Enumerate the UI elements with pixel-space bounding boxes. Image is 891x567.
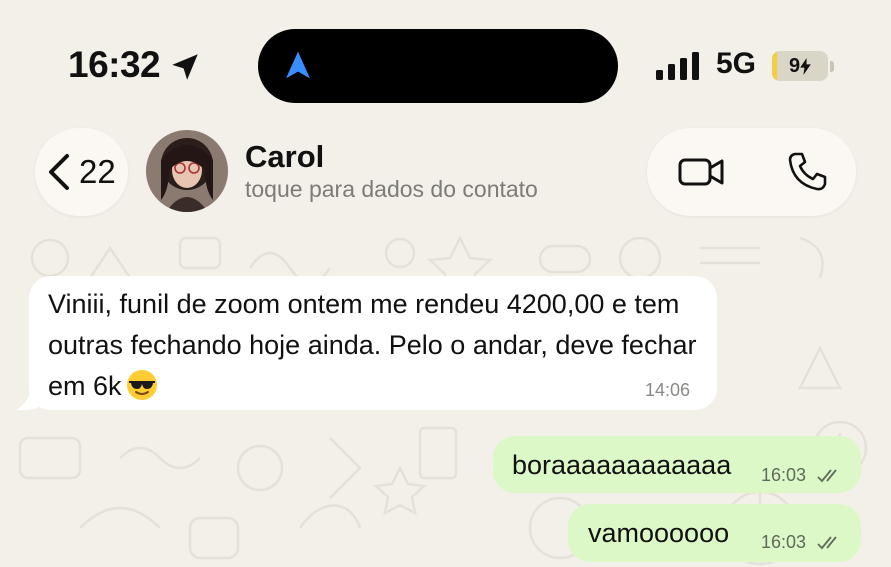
signal-icon (656, 52, 699, 80)
phone-call-icon[interactable] (787, 150, 827, 192)
unread-count: 22 (79, 153, 116, 190)
outgoing-message-text: vamoooooo (588, 518, 730, 548)
status-time: 16:32 (68, 44, 161, 85)
call-actions (647, 128, 856, 216)
sunglasses-emoji-icon (126, 370, 157, 400)
contact-name[interactable]: Carol (245, 139, 324, 175)
contact-subtitle[interactable]: toque para dados do contato (245, 176, 538, 203)
video-call-icon[interactable] (677, 152, 725, 192)
back-button[interactable]: 22 (35, 128, 128, 216)
navigation-icon (286, 51, 310, 79)
message-timestamp: 16:03 (761, 532, 807, 552)
status-bar: 16:32 5G 9 (0, 0, 891, 118)
battery-percent: 9 (788, 54, 801, 77)
avatar[interactable] (146, 130, 228, 212)
location-arrow-icon (172, 54, 198, 80)
read-receipt-icon (817, 469, 837, 483)
message-timestamp: 16:03 (761, 465, 807, 485)
battery-indicator: 9 (772, 51, 828, 81)
chevron-left-icon (49, 154, 69, 190)
message-timestamp: 14:06 (645, 380, 691, 400)
outgoing-message-text: boraaaaaaaaaaaa (512, 450, 732, 480)
battery-tip (830, 61, 834, 72)
read-receipt-icon (817, 536, 837, 550)
charging-bolt-icon (800, 57, 811, 75)
network-type: 5G (716, 47, 757, 80)
incoming-message-text: Viniii, funil de zoom ontem me rendeu 42… (48, 284, 708, 407)
